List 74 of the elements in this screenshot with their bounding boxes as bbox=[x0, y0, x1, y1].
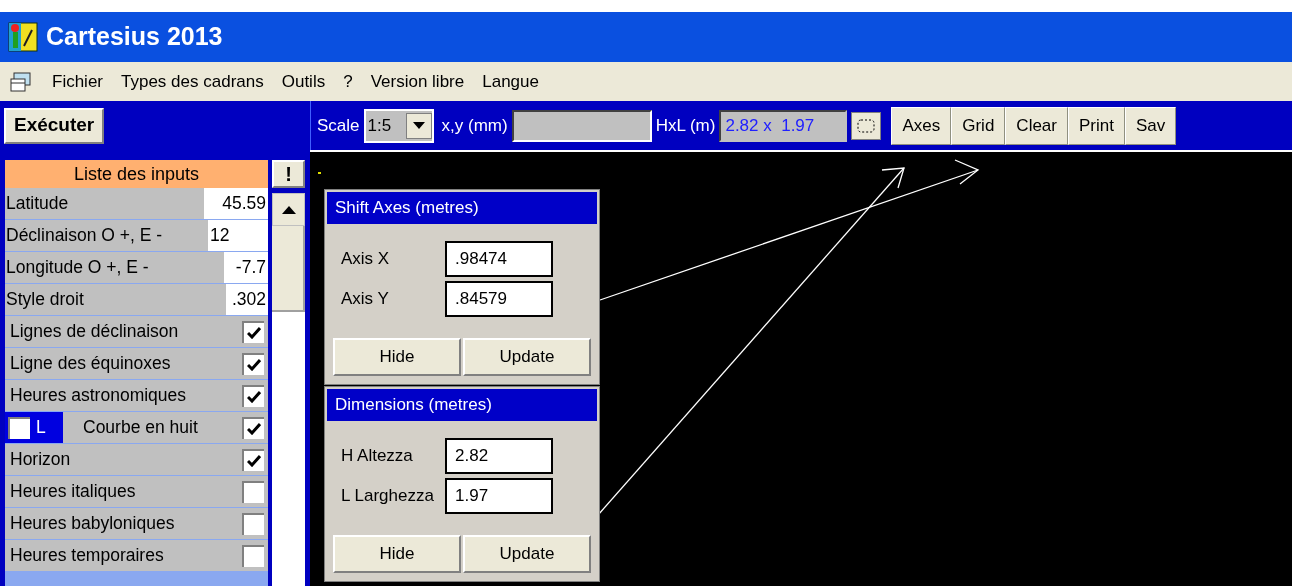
app-icon bbox=[8, 22, 38, 52]
value-field[interactable]: 1.97 bbox=[445, 478, 553, 514]
option-label: Ligne des équinoxes bbox=[9, 352, 172, 376]
document-icon bbox=[10, 70, 34, 93]
size-field: 2.82 x 1.97 bbox=[719, 109, 848, 142]
alert-button[interactable]: ! bbox=[272, 160, 305, 188]
menu-item[interactable]: Version libre bbox=[370, 68, 465, 95]
toolbar-button[interactable]: Clear bbox=[1005, 106, 1068, 145]
option-label: Heures italiques bbox=[9, 480, 137, 504]
option-label: Heures temporaires bbox=[9, 544, 165, 568]
check-icon bbox=[247, 422, 261, 435]
scale-label: Scale bbox=[317, 114, 360, 137]
l-label: L bbox=[36, 416, 46, 440]
input-label: Style droit bbox=[5, 288, 85, 312]
dialog-button[interactable]: Hide bbox=[333, 338, 461, 376]
scale-dropdown[interactable]: 1:5 bbox=[363, 108, 434, 143]
option-label: Heures astronomiques bbox=[9, 384, 188, 408]
check-icon bbox=[247, 454, 261, 467]
field-label: H Altezza bbox=[341, 445, 414, 468]
input-label: Longitude O +, E - bbox=[5, 256, 150, 280]
dialog-title: Shift Axes (metres) bbox=[327, 192, 597, 224]
value-field[interactable]: 2.82 bbox=[445, 438, 553, 474]
dialog-button[interactable]: Update bbox=[463, 338, 591, 376]
field-label: Axis Y bbox=[341, 288, 390, 311]
scrollbar[interactable] bbox=[272, 193, 305, 586]
dropdown-arrow-icon bbox=[412, 122, 425, 129]
execute-button[interactable]: Exécuter bbox=[4, 107, 105, 144]
field-label: Axis X bbox=[341, 248, 391, 271]
option-label: Courbe en huit bbox=[82, 416, 199, 440]
scroll-up-button[interactable] bbox=[272, 193, 305, 226]
checkbox[interactable] bbox=[8, 416, 30, 439]
checkbox[interactable] bbox=[242, 416, 264, 439]
input-field[interactable]: 12 bbox=[208, 220, 268, 251]
checkbox[interactable] bbox=[242, 320, 264, 343]
menu-item[interactable]: ? bbox=[343, 68, 353, 95]
coordinates-label: x,y (mm) bbox=[441, 114, 508, 137]
value-field[interactable]: .98474 bbox=[445, 241, 553, 277]
menu-item[interactable]: Outils bbox=[281, 68, 326, 95]
input-label: Latitude bbox=[5, 192, 70, 216]
checkbox[interactable] bbox=[242, 384, 264, 407]
toolbar-button[interactable]: Sav bbox=[1124, 106, 1177, 145]
option-label: Lignes de déclinaison bbox=[9, 320, 180, 344]
input-label: Déclinaison O +, E - bbox=[5, 224, 164, 248]
checkbox[interactable] bbox=[242, 544, 264, 567]
window-title: Cartesius 2013 bbox=[46, 21, 223, 53]
checkbox[interactable] bbox=[242, 352, 264, 375]
toolbar-button[interactable]: Print bbox=[1068, 106, 1125, 145]
up-arrow-icon bbox=[281, 205, 296, 214]
scroll-thumb[interactable] bbox=[272, 226, 305, 312]
dialog-title: Dimensions (metres) bbox=[327, 389, 597, 421]
toolbar-button[interactable]: Axes bbox=[891, 106, 952, 145]
input-field[interactable]: -7.7 bbox=[224, 252, 268, 283]
select-button[interactable] bbox=[851, 111, 882, 140]
option-label: Heures babyloniques bbox=[9, 512, 176, 536]
check-icon bbox=[247, 326, 261, 339]
value-field[interactable]: .84579 bbox=[445, 281, 553, 317]
checkbox[interactable] bbox=[242, 448, 264, 471]
dialog-button[interactable]: Hide bbox=[333, 535, 461, 573]
panel-header: Liste des inputs bbox=[5, 160, 268, 188]
toolbar-button[interactable]: Grid bbox=[951, 106, 1006, 145]
dialog-button[interactable]: Update bbox=[463, 535, 591, 573]
field-label: L Larghezza bbox=[341, 485, 435, 508]
check-icon bbox=[247, 390, 261, 403]
checkbox[interactable] bbox=[242, 512, 264, 535]
input-field[interactable]: 45.59 bbox=[204, 188, 268, 219]
selection-icon bbox=[857, 118, 876, 133]
checkbox[interactable] bbox=[242, 480, 264, 503]
check-icon bbox=[247, 358, 261, 371]
size-label: HxL (m) bbox=[655, 114, 716, 137]
menu-item[interactable]: Types des cadrans bbox=[121, 68, 264, 95]
menu-item[interactable]: Fichier bbox=[52, 68, 103, 95]
input-field[interactable]: .302 bbox=[226, 284, 268, 315]
option-label: Horizon bbox=[9, 448, 72, 472]
menu-item[interactable]: Langue bbox=[482, 68, 539, 95]
